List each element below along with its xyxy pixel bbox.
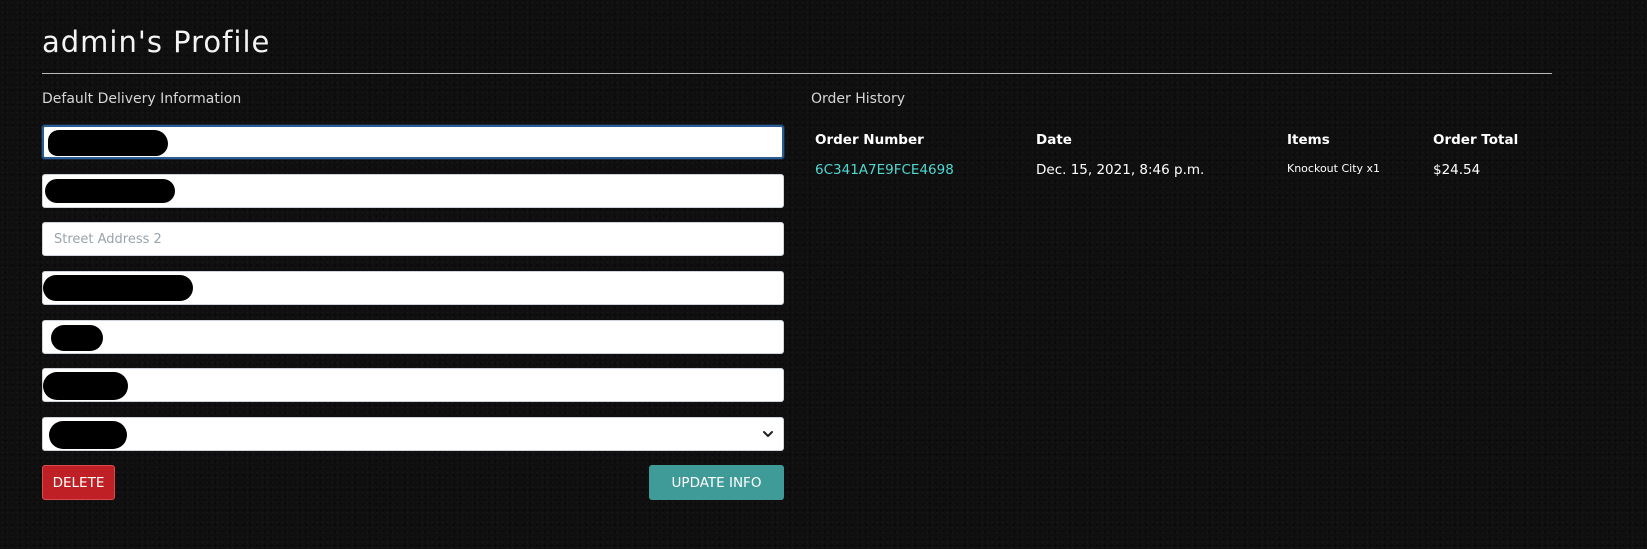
- page-title: admin's Profile: [42, 25, 271, 59]
- table-row: 6C341A7E9FCE4698 Dec. 15, 2021, 8:46 p.m…: [811, 156, 1537, 184]
- table-header-row: Order Number Date Items Order Total: [811, 124, 1537, 156]
- postcode-input[interactable]: [43, 369, 783, 402]
- title-divider: [42, 73, 1552, 74]
- order-history-table: Order Number Date Items Order Total 6C34…: [811, 124, 1537, 184]
- street-address-2-input[interactable]: [43, 223, 783, 256]
- column-header-order-number: Order Number: [815, 132, 924, 148]
- postcode-field-wrapper: [42, 368, 784, 403]
- order-total-cell: $24.54: [1433, 162, 1481, 178]
- full-name-field-wrapper: [42, 125, 784, 159]
- column-header-date: Date: [1036, 132, 1072, 148]
- order-date-cell: Dec. 15, 2021, 8:46 p.m.: [1036, 162, 1205, 178]
- street-address-2-field-wrapper: [42, 222, 784, 257]
- column-header-order-total: Order Total: [1433, 132, 1519, 148]
- delivery-info-form: [42, 125, 784, 466]
- column-header-items: Items: [1287, 132, 1330, 148]
- country-select[interactable]: [43, 418, 783, 451]
- county-input[interactable]: [43, 320, 783, 353]
- update-info-button[interactable]: Update Info: [649, 465, 784, 500]
- phone-number-input[interactable]: [43, 174, 783, 207]
- order-number-link[interactable]: 6C341A7E9FCE4698: [815, 162, 954, 178]
- country-select-wrapper: [42, 417, 784, 452]
- phone-number-field-wrapper: [42, 173, 784, 208]
- town-city-input[interactable]: [43, 272, 783, 305]
- chevron-down-icon: [763, 431, 773, 438]
- delete-button[interactable]: Delete: [42, 465, 115, 500]
- town-city-field-wrapper: [42, 271, 784, 306]
- order-items-cell: Knockout City x1: [1287, 162, 1381, 175]
- full-name-input[interactable]: [44, 127, 782, 157]
- order-number-cell: 6C341A7E9FCE4698: [811, 156, 1032, 184]
- order-history-heading: Order History: [811, 91, 906, 107]
- county-field-wrapper: [42, 319, 784, 354]
- delivery-info-heading: Default Delivery Information: [42, 91, 242, 107]
